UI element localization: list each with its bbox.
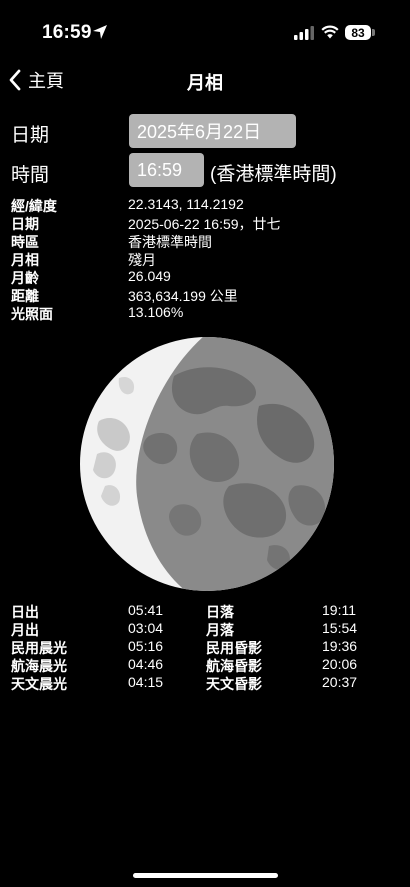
info-value-illumination: 13.106%: [128, 304, 184, 320]
time-picker[interactable]: 16:59: [129, 153, 204, 187]
label-civil-dusk: 民用昏影: [206, 640, 262, 656]
battery-nub: [372, 29, 375, 36]
label-moonrise: 月出: [11, 622, 39, 638]
info-label-illumination: 光照面: [11, 306, 53, 322]
label-nautical-dawn: 航海晨光: [11, 658, 67, 674]
value-sunrise: 05:41: [128, 602, 164, 618]
label-sunset: 日落: [206, 604, 234, 620]
home-indicator[interactable]: [133, 873, 278, 878]
label-sunrise: 日出: [11, 604, 39, 620]
info-value-age: 26.049: [128, 268, 171, 284]
battery-icon: 83: [345, 25, 371, 40]
label-civil-dawn: 民用晨光: [11, 640, 67, 656]
info-value-coords: 22.3143, 114.2192: [128, 196, 244, 212]
info-label-coords: 經/緯度: [11, 198, 57, 214]
info-value-date: 2025-06-22 16:59，廿七: [128, 216, 281, 232]
location-arrow-icon: [93, 25, 107, 39]
value-civil-dusk: 19:36: [322, 638, 358, 654]
value-nautical-dawn: 04:46: [128, 656, 164, 672]
value-astronomical-dawn: 04:15: [128, 674, 164, 690]
date-label: 日期: [11, 125, 50, 146]
value-astronomical-dusk: 20:37: [322, 674, 358, 690]
timezone-note: (香港標準時間): [210, 164, 337, 185]
battery-level: 83: [351, 25, 365, 40]
label-moonset: 月落: [206, 622, 234, 638]
moon-phase-image: [80, 337, 334, 591]
wifi-icon: [321, 25, 339, 39]
date-picker[interactable]: 2025年6月22日: [129, 114, 296, 148]
value-nautical-dusk: 20:06: [322, 656, 358, 672]
signal-icon: [294, 26, 314, 40]
status-time: 16:59: [42, 22, 92, 43]
info-label-phase: 月相: [11, 252, 39, 268]
info-label-timezone: 時區: [11, 234, 39, 250]
info-value-timezone: 香港標準時間: [128, 234, 212, 250]
info-label-age: 月齡: [11, 270, 39, 286]
label-astronomical-dusk: 天文昏影: [206, 676, 262, 692]
value-sunset: 19:11: [322, 602, 356, 618]
info-value-distance: 363,634.199 公里: [128, 288, 238, 304]
label-astronomical-dawn: 天文晨光: [11, 676, 67, 692]
value-moonset: 15:54: [322, 620, 358, 636]
value-civil-dawn: 05:16: [128, 638, 164, 654]
info-label-date: 日期: [11, 216, 39, 232]
page-title: 月相: [187, 73, 223, 93]
info-value-phase: 殘月: [128, 252, 156, 268]
time-label: 時間: [11, 165, 50, 186]
value-moonrise: 03:04: [128, 620, 164, 636]
info-label-distance: 距離: [11, 288, 39, 304]
label-nautical-dusk: 航海昏影: [206, 658, 262, 674]
